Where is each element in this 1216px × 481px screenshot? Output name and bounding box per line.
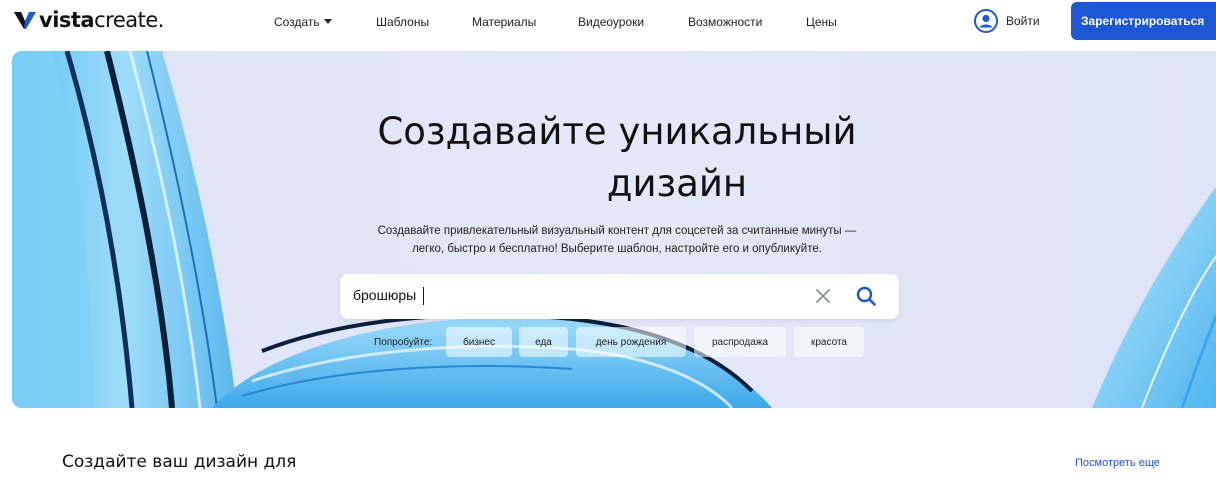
hero-title: Создавайте уникальный дизайн bbox=[12, 106, 1216, 210]
logo-wordmark: vistacreate. bbox=[39, 7, 164, 32]
nav-materials[interactable]: Материалы bbox=[472, 15, 536, 29]
hero-subtitle-line2: легко, быстро и бесплатно! Выберите шабл… bbox=[412, 243, 822, 255]
nav-templates[interactable]: Шаблоны bbox=[376, 15, 429, 29]
hero-title-line1: Создавайте уникальный bbox=[377, 110, 857, 153]
search-input[interactable] bbox=[353, 287, 793, 303]
hero-banner: Создавайте уникальный дизайн Создавайте … bbox=[12, 51, 1216, 408]
hero-title-line2: дизайн bbox=[606, 162, 748, 205]
section-title: Создайте ваш дизайн для bbox=[62, 452, 297, 472]
user-circle-icon bbox=[974, 9, 998, 33]
login-button[interactable]: Войти bbox=[974, 9, 1040, 33]
nav-video-tutorials[interactable]: Видеоуроки bbox=[578, 15, 644, 29]
logo-check-icon bbox=[14, 12, 36, 29]
top-navbar: vistacreate. Создать Шаблоны Материалы В… bbox=[0, 0, 1216, 46]
chip-birthday[interactable]: день рождения bbox=[576, 327, 686, 357]
hero-subtitle: Создавайте привлекательный визуальный ко… bbox=[342, 222, 892, 258]
chip-business[interactable]: бизнес bbox=[446, 327, 512, 357]
suggestion-row: Попробуйте: бизнес еда день рождения рас… bbox=[12, 327, 1216, 357]
search-box bbox=[340, 274, 899, 319]
hero-subtitle-line1: Создавайте привлекательный визуальный ко… bbox=[377, 225, 857, 237]
see-more-link[interactable]: Посмотреть еще bbox=[1075, 457, 1160, 469]
nav-features[interactable]: Возможности bbox=[688, 15, 762, 29]
nav-pricing[interactable]: Цены bbox=[806, 15, 837, 29]
try-label: Попробуйте: bbox=[374, 337, 433, 348]
chip-beauty[interactable]: красота bbox=[794, 327, 864, 357]
chip-sale[interactable]: распродажа bbox=[694, 327, 786, 357]
close-icon[interactable] bbox=[814, 287, 832, 305]
search-icon[interactable] bbox=[855, 285, 877, 307]
login-label: Войти bbox=[1006, 14, 1040, 28]
text-cursor bbox=[423, 287, 424, 305]
nav-create[interactable]: Создать bbox=[274, 15, 332, 29]
caret-down-icon bbox=[323, 19, 332, 24]
signup-button[interactable]: Зарегистрироваться bbox=[1071, 2, 1216, 40]
vistacreate-logo[interactable]: vistacreate. bbox=[14, 6, 164, 34]
chip-food[interactable]: еда bbox=[519, 327, 568, 357]
